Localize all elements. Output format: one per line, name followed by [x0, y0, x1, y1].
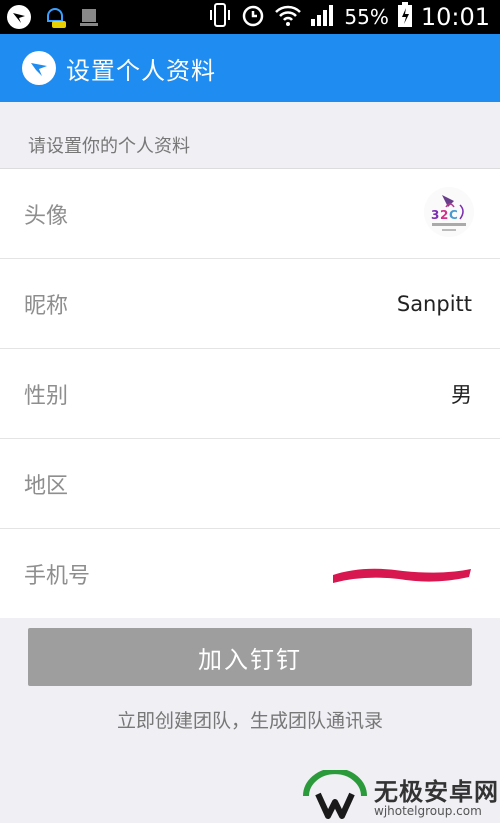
row-label: 性别: [24, 383, 69, 409]
svg-text:2: 2: [440, 208, 448, 222]
status-bar: 55% 10:01: [0, 0, 500, 34]
create-team-link[interactable]: 立即创建团队，生成团队通讯录: [0, 706, 500, 733]
row-label: 昵称: [24, 293, 69, 319]
row-label: 头像: [24, 203, 69, 229]
wifi-icon: [274, 3, 302, 31]
row-nickname[interactable]: 昵称 Sanpitt: [0, 259, 500, 349]
download-notification-icon: [78, 6, 100, 32]
svg-text:3: 3: [431, 208, 439, 222]
signal-icon: [310, 3, 336, 31]
svg-text:C: C: [449, 208, 458, 222]
vibrate-icon: [208, 2, 232, 32]
phone-redaction: [329, 565, 474, 585]
dingtalk-logo-icon: [22, 51, 56, 85]
avatar[interactable]: 3 2 C: [424, 187, 474, 237]
page-title: 设置个人资料: [66, 56, 216, 85]
clock: 10:01: [420, 3, 490, 31]
chat-notification-icon: [42, 4, 68, 34]
app-notification-icon: [6, 4, 32, 34]
gender-value: 男: [451, 382, 472, 407]
alarm-icon: [240, 2, 266, 32]
row-label: 地区: [24, 473, 69, 499]
battery-charging-icon: [397, 2, 413, 32]
watermark-url: wjhotelgroup.com: [374, 804, 482, 818]
row-avatar[interactable]: 头像 3 2 C: [0, 169, 500, 259]
watermark-logo-icon: [303, 770, 367, 819]
watermark-title: 无极安卓网: [374, 778, 499, 806]
row-label: 手机号: [24, 563, 91, 589]
section-hint: 请设置你的个人资料: [28, 136, 190, 157]
row-phone[interactable]: 手机号: [0, 529, 500, 618]
app-header: 设置个人资料: [0, 34, 500, 102]
row-region[interactable]: 地区: [0, 439, 500, 529]
row-gender[interactable]: 性别 男: [0, 349, 500, 439]
profile-list: 头像 3 2 C 昵称 Sanpitt 性别 男 地区 手机号: [0, 168, 500, 618]
battery-percent: 55%: [344, 5, 389, 29]
nickname-value: Sanpitt: [396, 291, 472, 316]
watermark: 无极安卓网 wjhotelgroup.com: [296, 768, 500, 823]
join-dingtalk-button[interactable]: 加入钉钉: [28, 628, 472, 686]
